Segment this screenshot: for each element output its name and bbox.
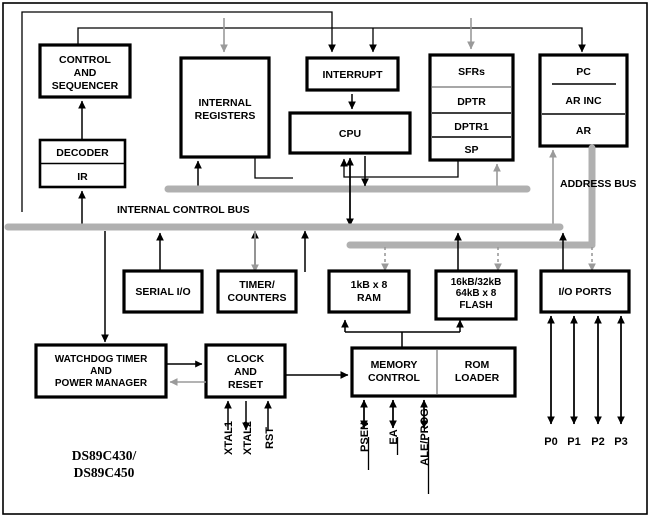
- ea-text: EA: [388, 429, 400, 444]
- pc-row-1: AR INC: [565, 95, 602, 107]
- flash-line3: FLASH: [459, 300, 492, 311]
- flash-line1: 16kB/32kB: [451, 277, 502, 288]
- clock-reset-line2: AND: [234, 366, 257, 378]
- internal-registers-line2: REGISTERS: [195, 110, 256, 122]
- block-ram[interactable]: 1kB x 8 RAM: [327, 269, 411, 314]
- timer-counters-line2: COUNTERS: [228, 292, 287, 304]
- sfr-row-1: DPTR: [457, 96, 486, 108]
- address-bus-label: ADDRESS BUS: [560, 178, 636, 190]
- clock-reset-line3: RESET: [228, 379, 264, 391]
- wire-sfr-to-cpu: [340, 158, 459, 178]
- pin-label-psen: PSEN: [359, 422, 371, 470]
- pin-label-xtal1: XTAL1: [223, 421, 235, 455]
- wire-memctl-to-memories: [341, 319, 464, 348]
- pin-label-p3: P3: [614, 436, 627, 448]
- block-clock-and-reset[interactable]: CLOCK AND RESET: [204, 343, 287, 399]
- block-flash[interactable]: 16kB/32kB 64kB x 8 FLASH: [434, 269, 518, 321]
- cpu-label: CPU: [339, 128, 361, 140]
- sfr-row-3: SP: [464, 144, 478, 156]
- pin-label-p0: P0: [544, 436, 557, 448]
- memory-control-line2: CONTROL: [368, 372, 420, 384]
- block-watchdog-power-manager[interactable]: WATCHDOG TIMER AND POWER MANAGER: [34, 343, 168, 399]
- block-memory-control-rom-loader[interactable]: MEMORY CONTROL ROM LOADER: [350, 346, 517, 398]
- sfr-row-2: DPTR1: [454, 121, 489, 133]
- block-cpu[interactable]: CPU: [288, 111, 412, 155]
- block-control-and-sequencer[interactable]: CONTROL AND SEQUENCER: [38, 43, 132, 99]
- watchdog-line2: AND: [90, 366, 112, 377]
- wire-registers-to-cpu-left: [254, 157, 293, 179]
- memory-control-pin-wires: [360, 399, 428, 429]
- block-diagram: CONTROL AND SEQUENCER DECODER IR INTERNA…: [0, 0, 650, 517]
- block-internal-registers[interactable]: INTERNAL REGISTERS: [179, 56, 271, 159]
- internal-control-bus: INTERNAL CONTROL BUS: [4, 204, 564, 231]
- rom-loader-line2: LOADER: [455, 372, 500, 384]
- rom-loader-line1: ROM: [465, 359, 490, 371]
- flash-line2: 64kB x 8: [456, 288, 497, 299]
- ram-line1: 1kB x 8: [351, 279, 388, 291]
- serial-io-label: SERIAL I/O: [135, 286, 190, 298]
- block-pc-stack[interactable]: PC AR INC AR: [538, 53, 629, 148]
- pin-label-ale-prog: ALE/PROG: [419, 408, 431, 494]
- io-port-pin-wires: [547, 315, 625, 425]
- block-decoder-ir[interactable]: DECODER IR: [38, 138, 127, 189]
- ir-label: IR: [77, 171, 88, 183]
- control-sequencer-line1: CONTROL: [59, 54, 111, 66]
- ram-line2: RAM: [357, 292, 381, 304]
- pin-label-p2: P2: [591, 436, 604, 448]
- watchdog-line1: WATCHDOG TIMER: [55, 354, 148, 365]
- watchdog-line3: POWER MANAGER: [55, 378, 148, 389]
- internal-registers-line1: INTERNAL: [198, 97, 252, 109]
- io-ports-label: I/O PORTS: [558, 286, 611, 298]
- pc-row-2: AR: [576, 125, 592, 137]
- pc-row-0: PC: [576, 66, 591, 78]
- pin-label-ea: EA: [388, 429, 400, 455]
- memory-control-line1: MEMORY: [371, 359, 418, 371]
- control-sequencer-line3: SEQUENCER: [52, 80, 119, 92]
- block-sfr-stack[interactable]: SFRs DPTR DPTR1 SP: [428, 53, 515, 162]
- part-number-line2: DS89C450: [74, 465, 135, 480]
- pin-label-p1: P1: [567, 436, 580, 448]
- part-number-line1: DS89C430/: [72, 448, 137, 463]
- ale-prog-text: ALE/PROG: [419, 408, 431, 465]
- internal-control-bus-label: INTERNAL CONTROL BUS: [117, 204, 250, 216]
- block-io-ports[interactable]: I/O PORTS: [539, 269, 631, 314]
- block-serial-io[interactable]: SERIAL I/O: [122, 269, 204, 314]
- pin-label-xtal2: XTAL2: [242, 421, 254, 455]
- block-interrupt[interactable]: INTERRUPT: [305, 56, 400, 92]
- pin-label-rst: RST: [264, 427, 276, 449]
- timer-counters-line1: TIMER/: [239, 279, 275, 291]
- control-sequencer-line2: AND: [74, 67, 97, 79]
- decoder-label: DECODER: [56, 147, 109, 159]
- address-bus: ADDRESS BUS: [560, 144, 636, 247]
- interrupt-label: INTERRUPT: [322, 69, 383, 81]
- block-timer-counters[interactable]: TIMER/ COUNTERS: [216, 269, 298, 314]
- sfr-row-0: SFRs: [458, 66, 485, 78]
- psen-text: PSEN: [359, 422, 371, 452]
- clock-reset-line1: CLOCK: [227, 353, 265, 365]
